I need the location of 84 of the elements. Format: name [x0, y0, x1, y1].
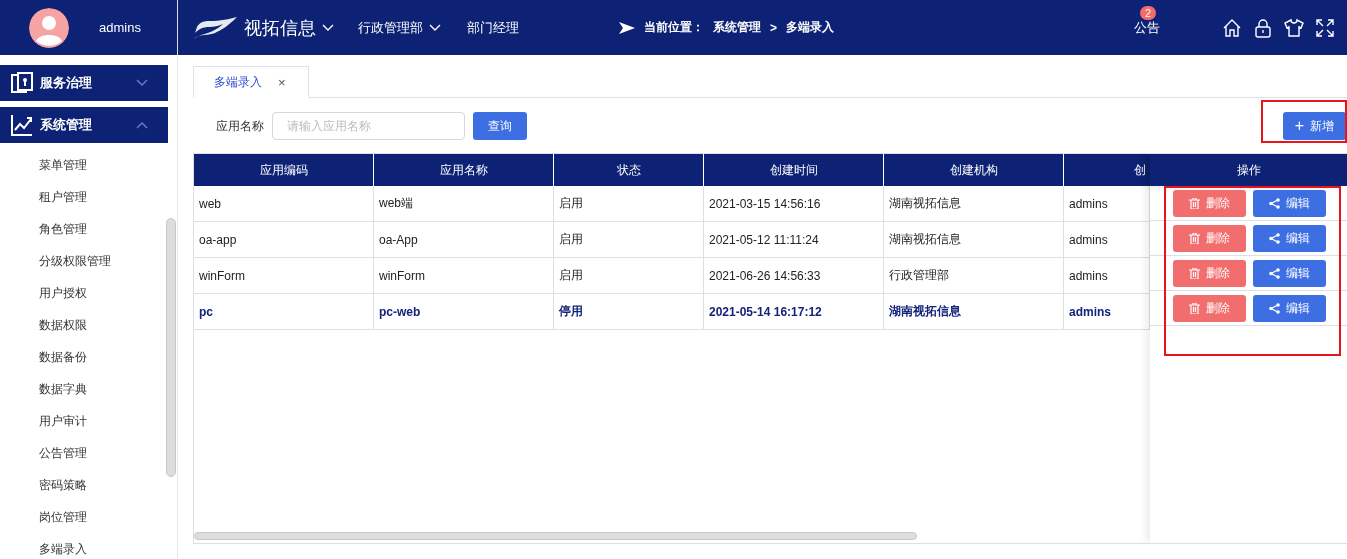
- sidebar-item[interactable]: 租户管理: [0, 181, 177, 213]
- sidebar-group[interactable]: 系统管理: [0, 107, 168, 143]
- department-menu[interactable]: 行政管理部: [358, 18, 423, 37]
- table-cell: 2021-05-14 16:17:12: [704, 294, 884, 329]
- close-icon[interactable]: ×: [278, 74, 286, 90]
- table-cell: 启用: [554, 222, 704, 257]
- search-field[interactable]: 请输入应用名称: [272, 112, 465, 140]
- sidebar-item[interactable]: 数据字典: [0, 373, 177, 405]
- share-icon: [1269, 267, 1280, 279]
- fullscreen-icon[interactable]: [1315, 17, 1335, 38]
- table-cell: pc: [194, 294, 374, 329]
- sidebar-item[interactable]: 岗位管理: [0, 501, 177, 533]
- sidebar-item[interactable]: 密码策略: [0, 469, 177, 501]
- table-cell: 停用: [554, 294, 704, 329]
- breadcrumb-label: 当前位置：: [644, 19, 704, 36]
- table-cell: oa-App: [374, 222, 554, 257]
- column-header: 应用名称: [374, 154, 554, 186]
- notice-badge: 2: [1140, 5, 1157, 20]
- chevron-down-icon: [429, 23, 441, 32]
- table-cell: 湖南视拓信息: [884, 222, 1064, 257]
- table-cell: 启用: [554, 186, 704, 221]
- table-cell: 2021-05-12 11:11:24: [704, 222, 884, 257]
- table-cell: winForm: [194, 258, 374, 293]
- trash-icon: [1189, 197, 1200, 209]
- breadcrumb-item[interactable]: 多端录入: [786, 19, 834, 36]
- chevron-down-icon: [322, 23, 334, 32]
- table-cell: pc-web: [374, 294, 554, 329]
- shirt-icon[interactable]: [1284, 17, 1304, 38]
- scrollbar[interactable]: [166, 218, 176, 477]
- field-label: 应用名称: [216, 117, 264, 135]
- paper-plane-icon: [619, 21, 635, 34]
- table-cell: 湖南视拓信息: [884, 186, 1064, 221]
- chevron-up-icon: [136, 121, 148, 129]
- table-cell: 湖南视拓信息: [884, 294, 1064, 329]
- page-tab[interactable]: 多端录入 ×: [193, 66, 309, 98]
- sidebar-item[interactable]: 分级权限管理: [0, 245, 177, 277]
- table-cell: web端: [374, 186, 554, 221]
- home-icon[interactable]: [1222, 17, 1242, 38]
- table-cell: 行政管理部: [884, 258, 1064, 293]
- sidebar-item[interactable]: 用户授权: [0, 277, 177, 309]
- document-icon: [11, 72, 33, 94]
- line-chart-icon: [11, 114, 33, 136]
- table-cell: 2021-03-15 14:56:16: [704, 186, 884, 221]
- add-button[interactable]: + 新增: [1282, 112, 1346, 140]
- column-header: 应用编码: [194, 154, 374, 186]
- sidebar-group[interactable]: 服务治理: [0, 65, 168, 101]
- sidebar-item[interactable]: 多端录入: [0, 533, 177, 559]
- table-cell: winForm: [374, 258, 554, 293]
- share-icon: [1269, 197, 1280, 209]
- column-header: 创: [1133, 161, 1147, 179]
- trash-icon: [1189, 267, 1200, 279]
- trash-icon: [1189, 302, 1200, 314]
- edit-button[interactable]: 编辑: [1253, 189, 1326, 217]
- table-cell: 启用: [554, 258, 704, 293]
- search-button[interactable]: 查询: [473, 112, 527, 140]
- sidebar-item[interactable]: 数据备份: [0, 341, 177, 373]
- notice-link[interactable]: 公告: [1134, 19, 1160, 35]
- edit-button[interactable]: 编辑: [1253, 224, 1326, 252]
- avatar[interactable]: [29, 7, 69, 48]
- column-header: 创建时间: [704, 154, 884, 186]
- role-label: 部门经理: [467, 18, 519, 37]
- share-icon: [1269, 232, 1280, 244]
- edit-button[interactable]: 编辑: [1253, 294, 1326, 322]
- breadcrumb-separator: >: [770, 20, 777, 35]
- user-name: admins: [99, 20, 141, 35]
- company-name[interactable]: 视拓信息: [244, 15, 316, 40]
- edit-button[interactable]: 编辑: [1253, 259, 1326, 287]
- table-cell: oa-app: [194, 222, 374, 257]
- sidebar-item[interactable]: 公告管理: [0, 437, 177, 469]
- scrollbar[interactable]: [194, 532, 917, 540]
- table-cell: web: [194, 186, 374, 221]
- column-header: 创建机构: [884, 154, 1064, 186]
- sidebar-item[interactable]: 菜单管理: [0, 149, 177, 181]
- sidebar-item[interactable]: 角色管理: [0, 213, 177, 245]
- chevron-down-icon: [136, 79, 148, 87]
- lock-icon[interactable]: [1253, 17, 1273, 38]
- share-icon: [1269, 302, 1280, 314]
- sidebar-item[interactable]: 用户审计: [0, 405, 177, 437]
- column-header: 操作: [1150, 154, 1347, 186]
- trash-icon: [1189, 232, 1200, 244]
- column-header: 状态: [554, 154, 704, 186]
- sidebar-item[interactable]: 数据权限: [0, 309, 177, 341]
- breadcrumb-item[interactable]: 系统管理: [713, 19, 761, 36]
- table-cell: 2021-06-26 14:56:33: [704, 258, 884, 293]
